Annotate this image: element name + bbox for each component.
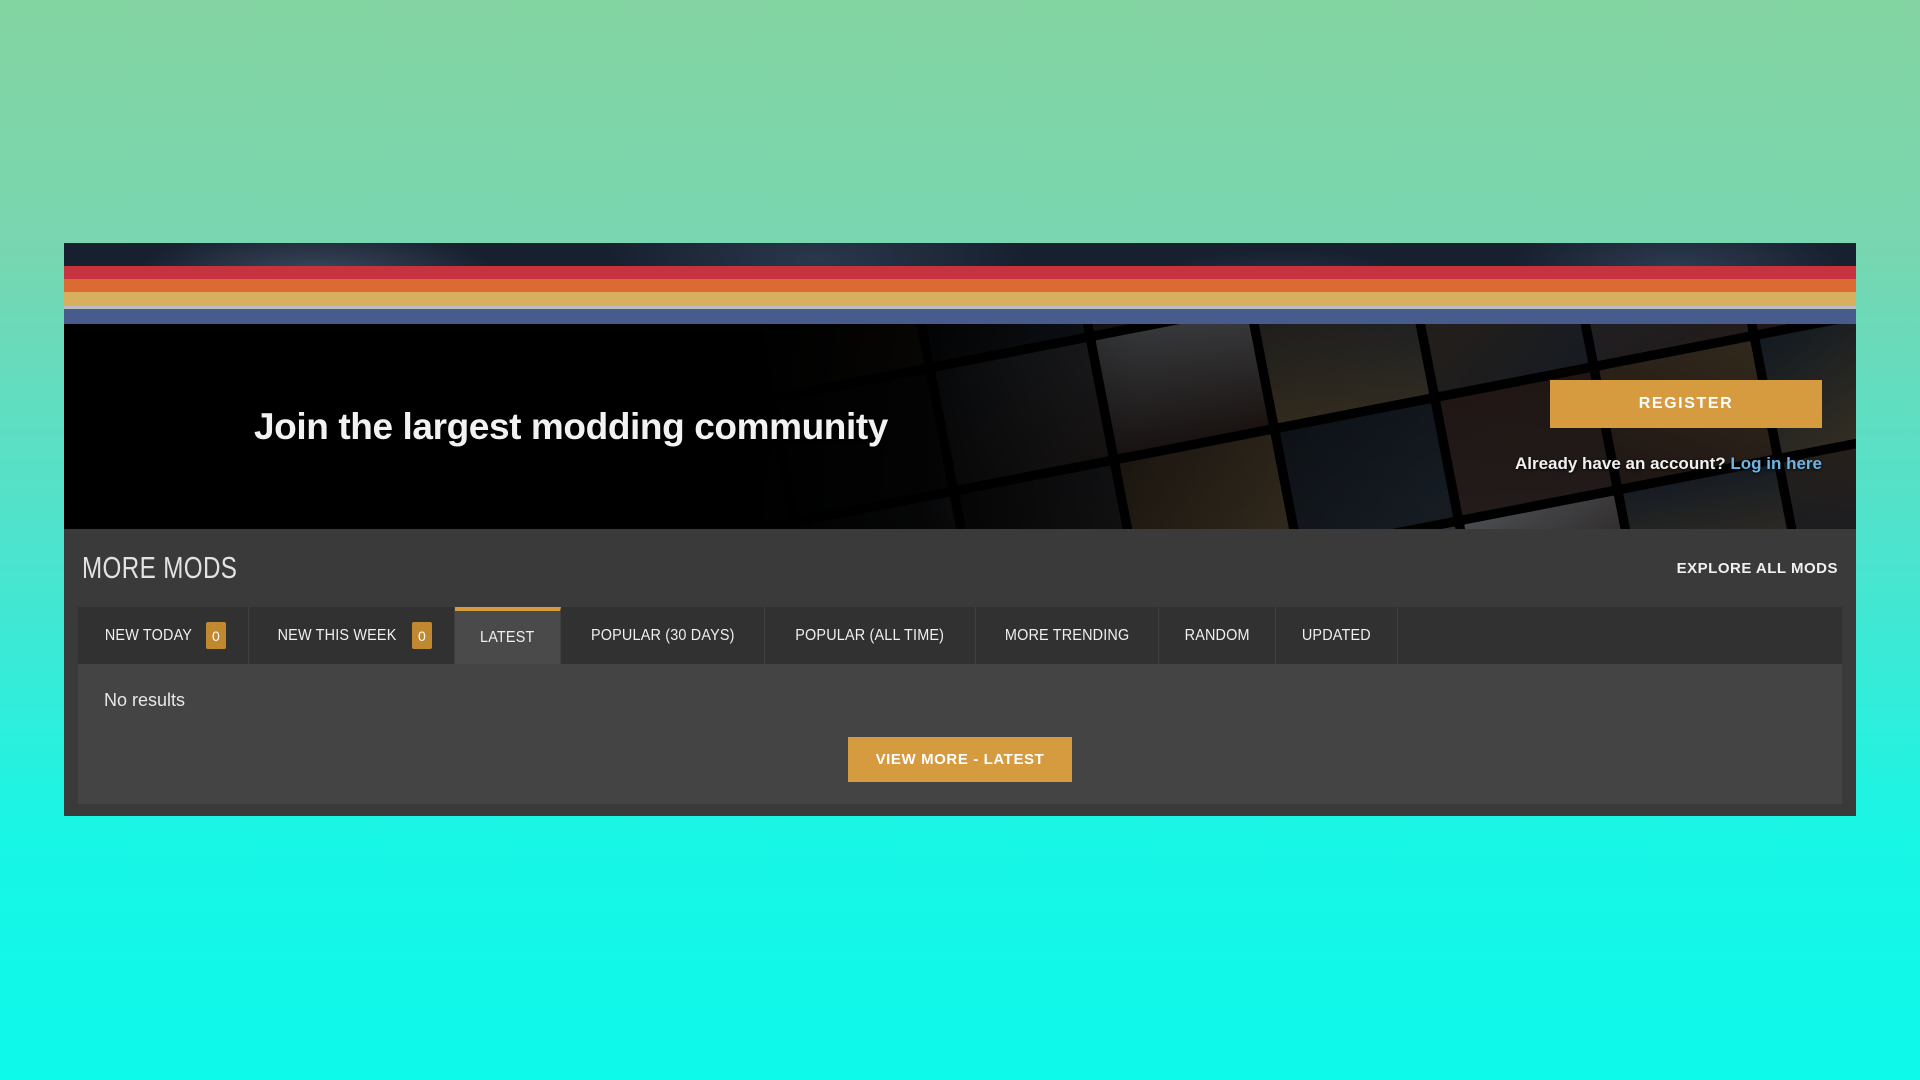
tab-count-badge: 0: [205, 622, 226, 649]
site-container: Join the largest modding community REGIS…: [64, 243, 1856, 835]
view-more-button[interactable]: VIEW MORE - LATEST: [847, 737, 1073, 782]
stripe-blue: [64, 309, 1856, 324]
tab-label: POPULAR (ALL TIME): [795, 626, 945, 644]
tab-random[interactable]: RANDOM: [1159, 607, 1277, 664]
tab-latest[interactable]: LATEST: [455, 607, 561, 664]
tab-more-trending[interactable]: MORE TRENDING: [976, 607, 1159, 664]
results-area: No results VIEW MORE - LATEST: [78, 664, 1842, 804]
tab-label: NEW THIS WEEK: [277, 626, 397, 644]
top-banner-strip: [64, 243, 1856, 324]
register-button[interactable]: REGISTER: [1550, 379, 1822, 428]
page-title: MORE MODS: [82, 550, 238, 585]
tab-popular-all-time[interactable]: POPULAR (ALL TIME): [765, 607, 976, 664]
color-stripe-stack: [64, 266, 1856, 324]
tab-label: UPDATED: [1302, 626, 1372, 644]
tab-label: NEW TODAY: [104, 626, 193, 644]
login-prompt-text: Already have an account?: [1514, 453, 1726, 473]
login-prompt: Already have an account? Log in here: [1515, 454, 1822, 474]
hero-banner: Join the largest modding community REGIS…: [64, 324, 1856, 529]
stripe-orange: [64, 279, 1856, 292]
hero-cta-group: REGISTER Already have an account? Log in…: [1515, 379, 1822, 474]
mod-tabs: NEW TODAY 0 NEW THIS WEEK 0 LATEST POPULAR (3…: [78, 607, 1842, 664]
tab-count-badge: 0: [412, 622, 433, 649]
tabs-filler: [1398, 607, 1842, 664]
hero-title: Join the largest modding community: [254, 405, 888, 447]
tab-updated[interactable]: UPDATED: [1276, 607, 1398, 664]
tab-new-today[interactable]: NEW TODAY 0: [78, 607, 249, 664]
explore-all-mods-link[interactable]: EXPLORE ALL MODS: [1677, 560, 1838, 577]
tab-label: MORE TRENDING: [1004, 626, 1129, 644]
tab-new-this-week[interactable]: NEW THIS WEEK 0: [249, 607, 456, 664]
more-mods-panel: MORE MODS EXPLORE ALL MODS NEW TODAY 0 NEW…: [64, 529, 1856, 816]
tab-label: POPULAR (30 DAYS): [590, 626, 735, 644]
tab-label: RANDOM: [1184, 626, 1250, 644]
stripe-red: [64, 266, 1856, 279]
tab-popular-30-days[interactable]: POPULAR (30 DAYS): [561, 607, 766, 664]
stripe-gold: [64, 292, 1856, 306]
tab-label: LATEST: [480, 628, 535, 646]
no-results-message: No results: [104, 690, 186, 710]
login-link[interactable]: Log in here: [1730, 454, 1822, 473]
panel-header: MORE MODS EXPLORE ALL MODS: [78, 529, 1842, 607]
